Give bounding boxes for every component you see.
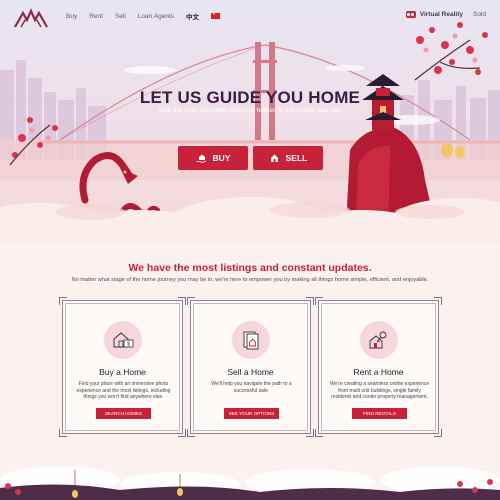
- nav-rent[interactable]: Rent: [89, 13, 103, 20]
- house-money-icon: $: [104, 321, 142, 359]
- card-title: Rent a Home: [353, 367, 404, 377]
- nav-chinese[interactable]: 中文: [186, 11, 199, 21]
- hand-house-icon: [196, 154, 206, 163]
- rent-a-home-card: Rent a Home We're creating a seamless on…: [315, 297, 442, 437]
- content-subtitle: No matter what stage of the home journey…: [71, 277, 429, 283]
- buy-a-home-card: $ Buy a Home Find your place with an imm…: [59, 297, 186, 437]
- svg-text:$: $: [127, 342, 130, 348]
- virtual-reality-link[interactable]: Virtual Reality: [405, 11, 463, 18]
- nav-buy[interactable]: Buy: [66, 13, 77, 20]
- hero-subtitle: With the most complete source of homes &…: [158, 107, 342, 114]
- see-your-options-button[interactable]: SEE YOUR OPTIONS: [224, 408, 279, 419]
- card-text: We'll help you navigate the path to a su…: [211, 381, 292, 394]
- card-text: We're creating a seamless online experie…: [329, 381, 430, 400]
- sell-button[interactable]: SELL: [253, 146, 323, 170]
- nav-sold[interactable]: Sold: [473, 11, 486, 18]
- card-title: Buy a Home: [99, 367, 146, 377]
- content-title: We have the most listings and constant u…: [128, 262, 372, 274]
- sell-button-label: SELL: [285, 153, 308, 163]
- buy-button[interactable]: BUY: [178, 146, 248, 170]
- china-flag-icon[interactable]: [210, 11, 220, 19]
- card-title: Sell a Home: [227, 367, 274, 377]
- logo-icon[interactable]: [14, 8, 48, 28]
- find-rentals-button[interactable]: FIND RENTALS: [352, 408, 407, 419]
- house-tag-icon: [270, 154, 278, 162]
- top-nav: Buy Rent Sell Loan Agents 中文 Virtual Rea…: [0, 0, 500, 32]
- vr-headset-icon: [405, 11, 416, 18]
- hero-illustration: [0, 22, 500, 245]
- nav-loan-agents[interactable]: Loan Agents: [138, 13, 174, 20]
- hero-section: Buy Rent Sell Loan Agents 中文 Virtual Rea…: [0, 0, 500, 245]
- footer-illustration: [0, 466, 500, 500]
- buy-button-label: BUY: [212, 153, 231, 163]
- card-text: Find your place with an immersive photo …: [76, 381, 171, 400]
- house-document-icon: [232, 321, 270, 359]
- hero-title: LET US GUIDE YOU HOME: [139, 88, 361, 107]
- virtual-reality-label: Virtual Reality: [419, 11, 463, 18]
- sell-a-home-card: Sell a Home We'll help you navigate the …: [187, 297, 314, 437]
- nav-sell[interactable]: Sell: [115, 13, 126, 20]
- house-key-icon: [360, 321, 398, 359]
- search-homes-button[interactable]: SEARCH HOMES: [96, 408, 151, 419]
